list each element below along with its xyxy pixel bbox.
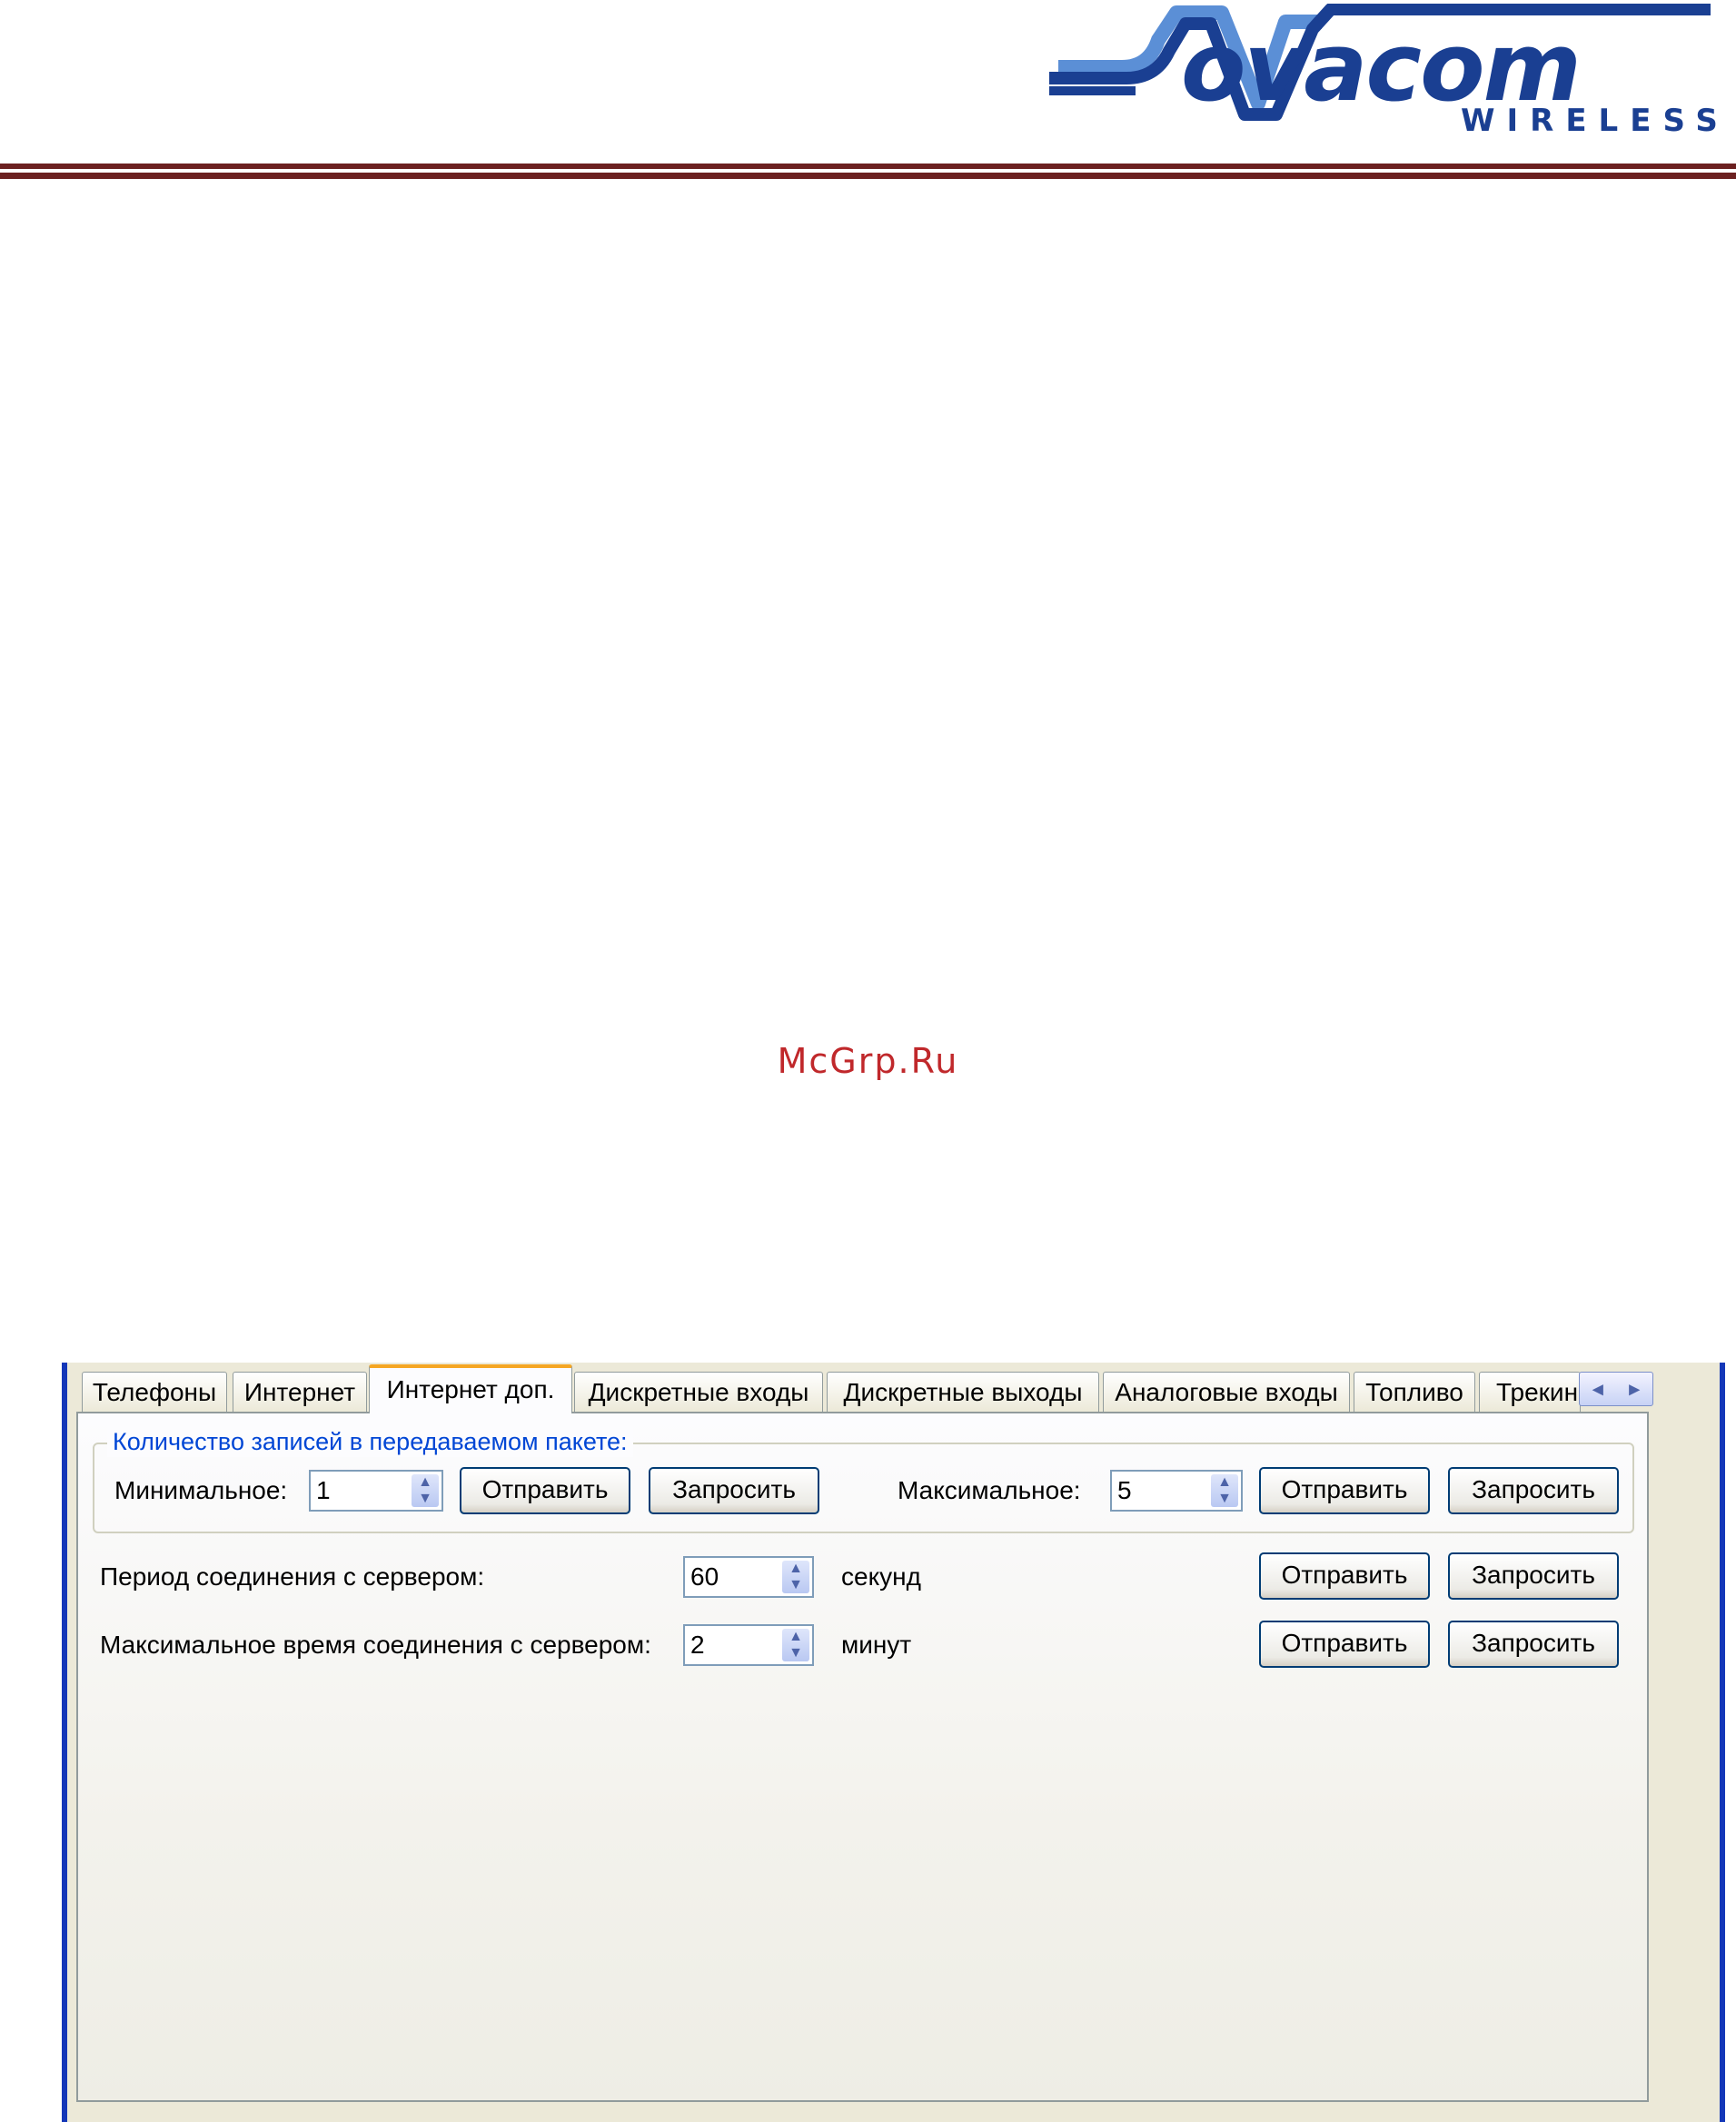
max-time-send-button[interactable]: Отправить bbox=[1259, 1621, 1430, 1668]
max-time-request-button[interactable]: Запросить bbox=[1448, 1621, 1619, 1668]
min-send-button[interactable]: Отправить bbox=[460, 1467, 630, 1514]
tab-discrete-outputs[interactable]: Дискретные выходы bbox=[827, 1372, 1099, 1412]
max-time-label: Максимальное время соединения с сервером… bbox=[100, 1631, 651, 1659]
max-request-button[interactable]: Запросить bbox=[1448, 1467, 1619, 1514]
logo-subtitle: WIRELESS bbox=[1461, 103, 1730, 139]
chevron-up-icon[interactable]: ▲ bbox=[1211, 1474, 1238, 1491]
tab-scroll-arrows[interactable]: ◂ ▸ bbox=[1579, 1372, 1653, 1406]
spinner-arrows[interactable]: ▲ ▼ bbox=[412, 1474, 439, 1507]
tab-internet-extra[interactable]: Интернет доп. bbox=[369, 1364, 572, 1413]
spinner-arrows[interactable]: ▲ ▼ bbox=[782, 1561, 809, 1593]
min-label: Минимальное: bbox=[114, 1476, 288, 1504]
min-value: 1 bbox=[316, 1476, 331, 1504]
watermark: McGrp.Ru bbox=[777, 1041, 959, 1081]
chevron-left-icon[interactable]: ◂ bbox=[1580, 1373, 1616, 1405]
records-group-title: Количество записей в передаваемом пакете… bbox=[107, 1426, 633, 1457]
logo-wordmark: ovacom bbox=[1181, 12, 1582, 123]
period-label: Период соединения с сервером: bbox=[100, 1562, 485, 1591]
tab-fuel[interactable]: Топливо bbox=[1354, 1372, 1475, 1412]
max-send-button[interactable]: Отправить bbox=[1259, 1467, 1430, 1514]
max-spinner[interactable]: 5 ▲ ▼ bbox=[1110, 1470, 1243, 1512]
period-spinner[interactable]: 60 ▲ ▼ bbox=[683, 1556, 814, 1598]
chevron-down-icon[interactable]: ▼ bbox=[782, 1577, 809, 1593]
max-time-unit: минут bbox=[841, 1631, 912, 1659]
spinner-arrows[interactable]: ▲ ▼ bbox=[1211, 1474, 1238, 1507]
max-label: Максимальное: bbox=[898, 1476, 1081, 1504]
spinner-arrows[interactable]: ▲ ▼ bbox=[782, 1629, 809, 1661]
period-request-button[interactable]: Запросить bbox=[1448, 1552, 1619, 1600]
max-time-spinner[interactable]: 2 ▲ ▼ bbox=[683, 1624, 814, 1666]
min-request-button[interactable]: Запросить bbox=[649, 1467, 819, 1514]
tab-internet[interactable]: Интернет bbox=[233, 1372, 367, 1412]
max-time-value: 2 bbox=[690, 1631, 705, 1659]
tab-discrete-inputs[interactable]: Дискретные входы bbox=[574, 1372, 823, 1412]
tab-analog-inputs[interactable]: Аналоговые входы bbox=[1103, 1372, 1350, 1412]
chevron-down-icon[interactable]: ▼ bbox=[782, 1645, 809, 1661]
chevron-up-icon[interactable]: ▲ bbox=[782, 1561, 809, 1577]
tab-phones[interactable]: Телефоны bbox=[82, 1372, 227, 1412]
chevron-down-icon[interactable]: ▼ bbox=[412, 1491, 439, 1507]
chevron-right-icon[interactable]: ▸ bbox=[1616, 1373, 1652, 1405]
chevron-down-icon[interactable]: ▼ bbox=[1211, 1491, 1238, 1507]
period-send-button[interactable]: Отправить bbox=[1259, 1552, 1430, 1600]
period-value: 60 bbox=[690, 1562, 719, 1591]
header-rule-thick bbox=[0, 173, 1736, 179]
max-value: 5 bbox=[1117, 1476, 1132, 1504]
header-rule bbox=[0, 164, 1736, 169]
period-unit: секунд bbox=[841, 1562, 921, 1591]
min-spinner[interactable]: 1 ▲ ▼ bbox=[309, 1470, 443, 1512]
chevron-up-icon[interactable]: ▲ bbox=[782, 1629, 809, 1645]
tab-tracking[interactable]: Трекинг bbox=[1479, 1372, 1581, 1412]
chevron-up-icon[interactable]: ▲ bbox=[412, 1474, 439, 1491]
